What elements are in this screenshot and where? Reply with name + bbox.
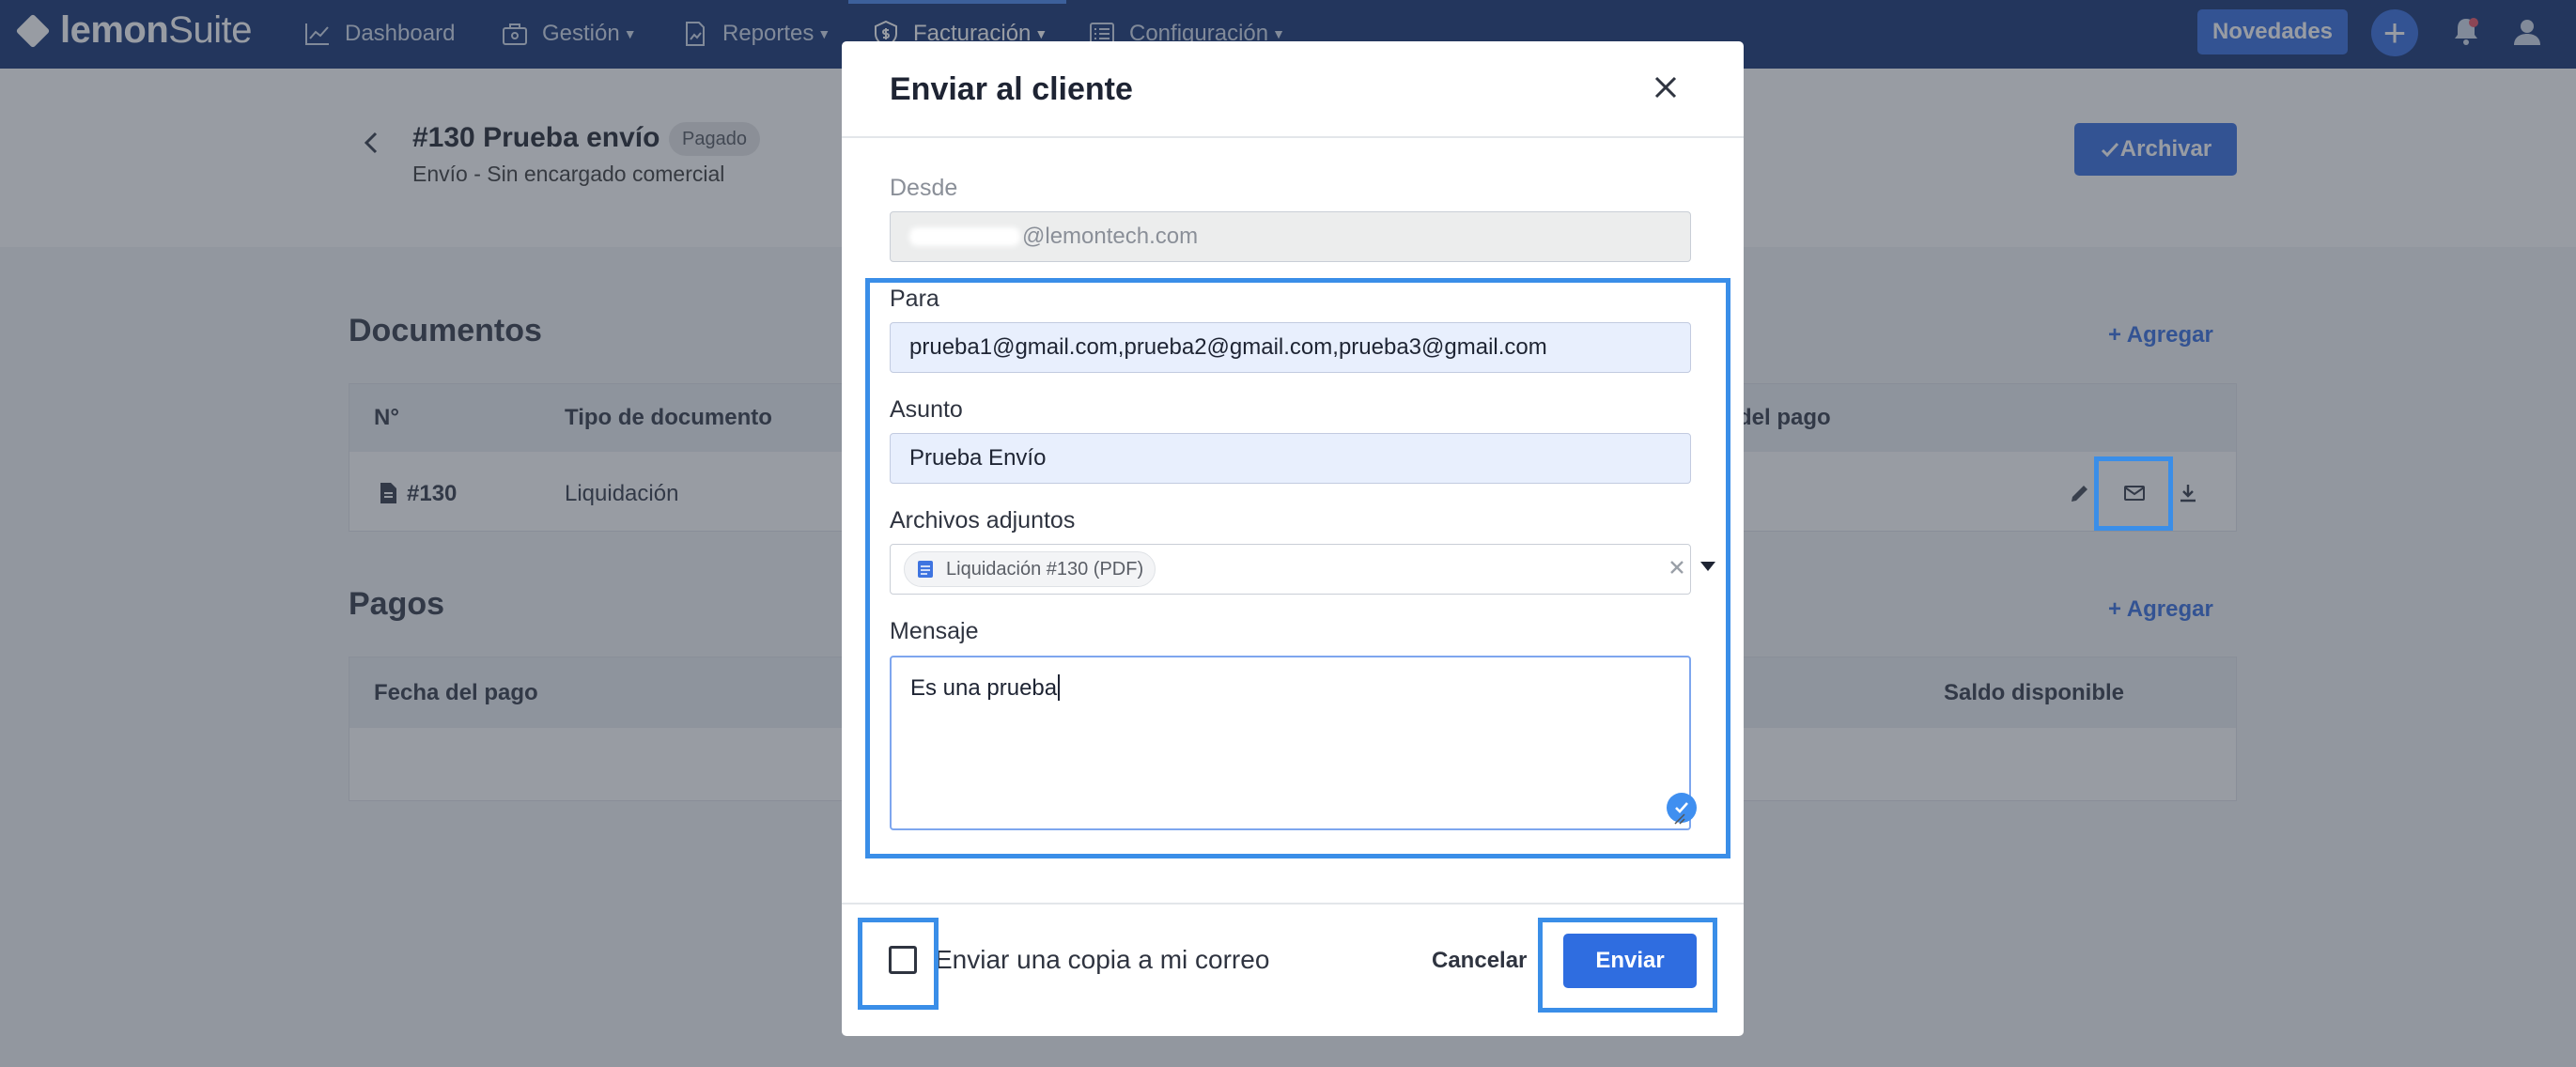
- from-label: Desde: [890, 175, 958, 201]
- dialog-title: Enviar al cliente: [890, 71, 1133, 107]
- send-copy-label[interactable]: Enviar una copia a mi correo: [935, 945, 1269, 975]
- close-icon[interactable]: [1650, 71, 1682, 103]
- redacted-username: [909, 227, 1020, 246]
- from-value: @lemontech.com: [1022, 224, 1199, 249]
- highlight-mail-icon: [2094, 456, 2173, 531]
- from-field: @lemontech.com: [890, 211, 1691, 262]
- header-divider: [842, 136, 1744, 138]
- highlight-copy-checkbox: [858, 918, 939, 1010]
- footer-divider: [842, 903, 1744, 905]
- cancel-button[interactable]: Cancelar: [1432, 948, 1527, 974]
- highlight-send-button: [1538, 918, 1717, 1013]
- highlight-form-fields: [865, 278, 1730, 858]
